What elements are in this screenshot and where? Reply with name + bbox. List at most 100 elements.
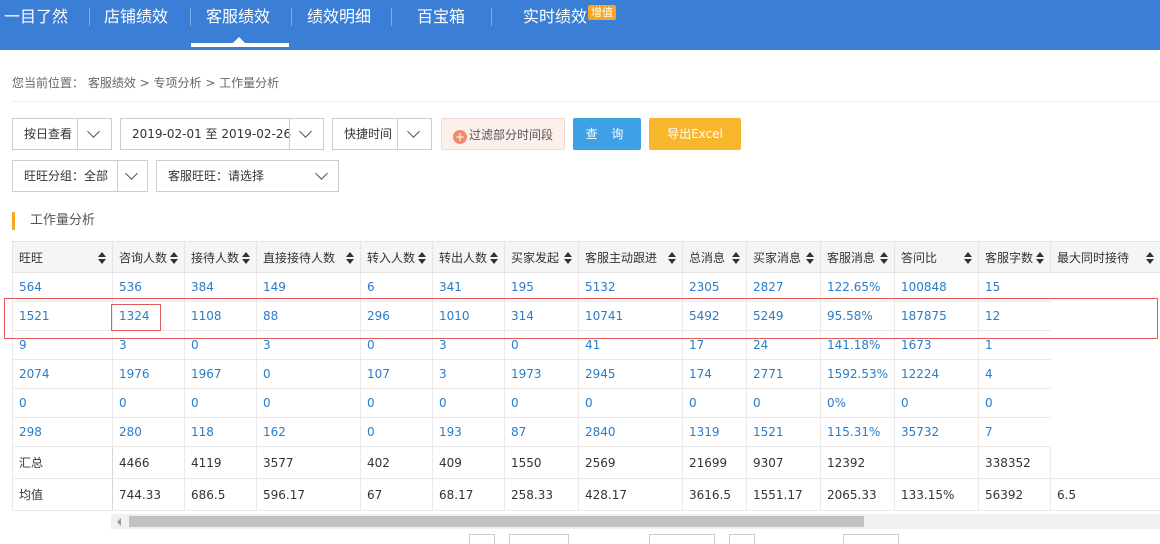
sort-icon[interactable] <box>1146 252 1154 264</box>
date-range-picker[interactable]: 2019-02-01 至 2019-02-26 <box>120 118 324 150</box>
table-cell: 6.5 <box>1051 479 1160 511</box>
nav-item-performance-detail[interactable]: 绩效明细 <box>307 0 371 50</box>
nav-separator <box>491 8 492 26</box>
chevron-down-icon <box>315 167 328 180</box>
table-header-row: 旺旺 咨询人数 接待人数 直接接待人数 转入人数 转出人数 买家发起 客服主动跟… <box>13 242 1160 273</box>
column-header[interactable]: 转出人数 <box>433 242 505 273</box>
column-header[interactable]: 最大同时接待 <box>1051 242 1160 273</box>
table-cell: 9307 <box>747 447 821 479</box>
column-header[interactable]: 总消息 <box>683 242 747 273</box>
column-header[interactable]: 接待人数 <box>185 242 257 273</box>
column-header[interactable]: 买家发起 <box>505 242 579 273</box>
column-header-label: 最大同时接待 <box>1057 251 1129 265</box>
table-cell: 0 <box>683 389 747 418</box>
nav-item-label: 实时绩效 <box>523 7 587 26</box>
filter-time-period-button[interactable]: +过滤部分时间段 <box>441 118 565 150</box>
sort-icon[interactable] <box>668 252 676 264</box>
column-header[interactable]: 转入人数 <box>361 242 433 273</box>
nav-active-indicator <box>191 43 289 47</box>
column-header-label: 直接接待人数 <box>263 251 335 265</box>
table-cell: 4 <box>979 360 1051 389</box>
table-cell: 2074 <box>13 360 113 389</box>
column-header[interactable]: 买家消息 <box>747 242 821 273</box>
sort-icon[interactable] <box>964 252 972 264</box>
column-header-label: 咨询人数 <box>119 251 167 265</box>
sort-icon[interactable] <box>1036 252 1044 264</box>
workload-table: 旺旺 咨询人数 接待人数 直接接待人数 转入人数 转出人数 买家发起 客服主动跟… <box>12 241 1160 511</box>
nav-item-toolbox[interactable]: 百宝箱 <box>417 0 465 50</box>
section-marker <box>12 212 15 230</box>
sort-icon[interactable] <box>564 252 572 264</box>
column-header[interactable]: 客服字数 <box>979 242 1051 273</box>
column-header[interactable]: 答问比 <box>895 242 979 273</box>
sort-icon[interactable] <box>242 252 250 264</box>
column-header-label: 旺旺 <box>19 251 43 265</box>
table-cell: 0 <box>361 389 433 418</box>
table-cell: 1319 <box>683 418 747 447</box>
agent-value: 客服旺旺：请选择 <box>168 161 264 191</box>
column-header-label: 客服主动跟进 <box>585 251 657 265</box>
table-row: 00000000000%00 <box>13 389 1160 418</box>
group-select[interactable]: 旺旺分组：全部 <box>12 160 148 192</box>
sort-icon[interactable] <box>732 252 740 264</box>
nav-item-store-performance[interactable]: 店铺绩效 <box>104 0 168 50</box>
column-header-label: 买家消息 <box>753 251 801 265</box>
table-cell: 56392 <box>979 479 1051 511</box>
dropdown-toggle[interactable] <box>117 161 147 191</box>
nav-item-overview[interactable]: 一目了然 <box>4 0 68 50</box>
sort-icon[interactable] <box>170 252 178 264</box>
row-label-cell: 均值 <box>13 479 113 511</box>
table-cell: 3 <box>433 360 505 389</box>
table-cell <box>895 447 979 479</box>
average-row: 均值744.33686.5596.176768.17258.33428.1736… <box>13 479 1160 511</box>
column-header[interactable]: 客服主动跟进 <box>579 242 683 273</box>
table-cell: 1592.53% <box>821 360 895 389</box>
highlight-row-frame <box>4 298 1158 339</box>
divider <box>12 101 1160 102</box>
horizontal-scrollbar[interactable] <box>111 514 1160 529</box>
view-mode-value: 按日查看 <box>24 119 72 149</box>
dropdown-toggle[interactable] <box>397 119 431 149</box>
column-header[interactable]: 客服消息 <box>821 242 895 273</box>
table-cell: 4466 <box>113 447 185 479</box>
table-cell: 67 <box>361 479 433 511</box>
pagination-control[interactable] <box>729 534 755 544</box>
table-cell: 4119 <box>185 447 257 479</box>
query-button[interactable]: 查 询 <box>573 118 641 150</box>
nav-item-realtime-performance[interactable]: 实时绩效增值 <box>523 0 616 50</box>
dropdown-toggle[interactable] <box>308 161 338 191</box>
pagination-control[interactable] <box>509 534 569 544</box>
view-mode-select[interactable]: 按日查看 <box>12 118 112 150</box>
column-header[interactable]: 直接接待人数 <box>257 242 361 273</box>
quick-time-select[interactable]: 快捷时间 <box>332 118 432 150</box>
table-cell: 35732 <box>895 418 979 447</box>
table-cell: 118 <box>185 418 257 447</box>
pagination-control[interactable] <box>469 534 495 544</box>
scroll-left-arrow-icon[interactable] <box>117 518 121 526</box>
column-header-label: 买家发起 <box>511 251 559 265</box>
dropdown-toggle[interactable] <box>289 119 323 149</box>
sort-icon[interactable] <box>418 252 426 264</box>
table-cell: 338352 <box>979 447 1051 479</box>
export-excel-button[interactable]: 导出Excel <box>649 118 741 150</box>
sort-icon[interactable] <box>490 252 498 264</box>
breadcrumb: 您当前位置： 客服绩效 > 专项分析 > 工作量分析 <box>12 74 279 91</box>
dropdown-toggle[interactable] <box>77 119 111 149</box>
sort-icon[interactable] <box>806 252 814 264</box>
table-cell: 428.17 <box>579 479 683 511</box>
table-cell: 2840 <box>579 418 683 447</box>
sort-icon[interactable] <box>346 252 354 264</box>
column-header[interactable]: 咨询人数 <box>113 242 185 273</box>
column-header[interactable]: 旺旺 <box>13 242 113 273</box>
table-cell: 68.17 <box>433 479 505 511</box>
sort-icon[interactable] <box>880 252 888 264</box>
table-cell: 0 <box>747 389 821 418</box>
pagination-control[interactable] <box>649 534 715 544</box>
table-cell: 2569 <box>579 447 683 479</box>
pagination-control[interactable] <box>843 534 899 544</box>
table-cell: 2065.33 <box>821 479 895 511</box>
sort-icon[interactable] <box>98 252 106 264</box>
scrollbar-thumb[interactable] <box>129 516 864 527</box>
nav-separator <box>391 8 392 26</box>
agent-select[interactable]: 客服旺旺：请选择 <box>156 160 339 192</box>
